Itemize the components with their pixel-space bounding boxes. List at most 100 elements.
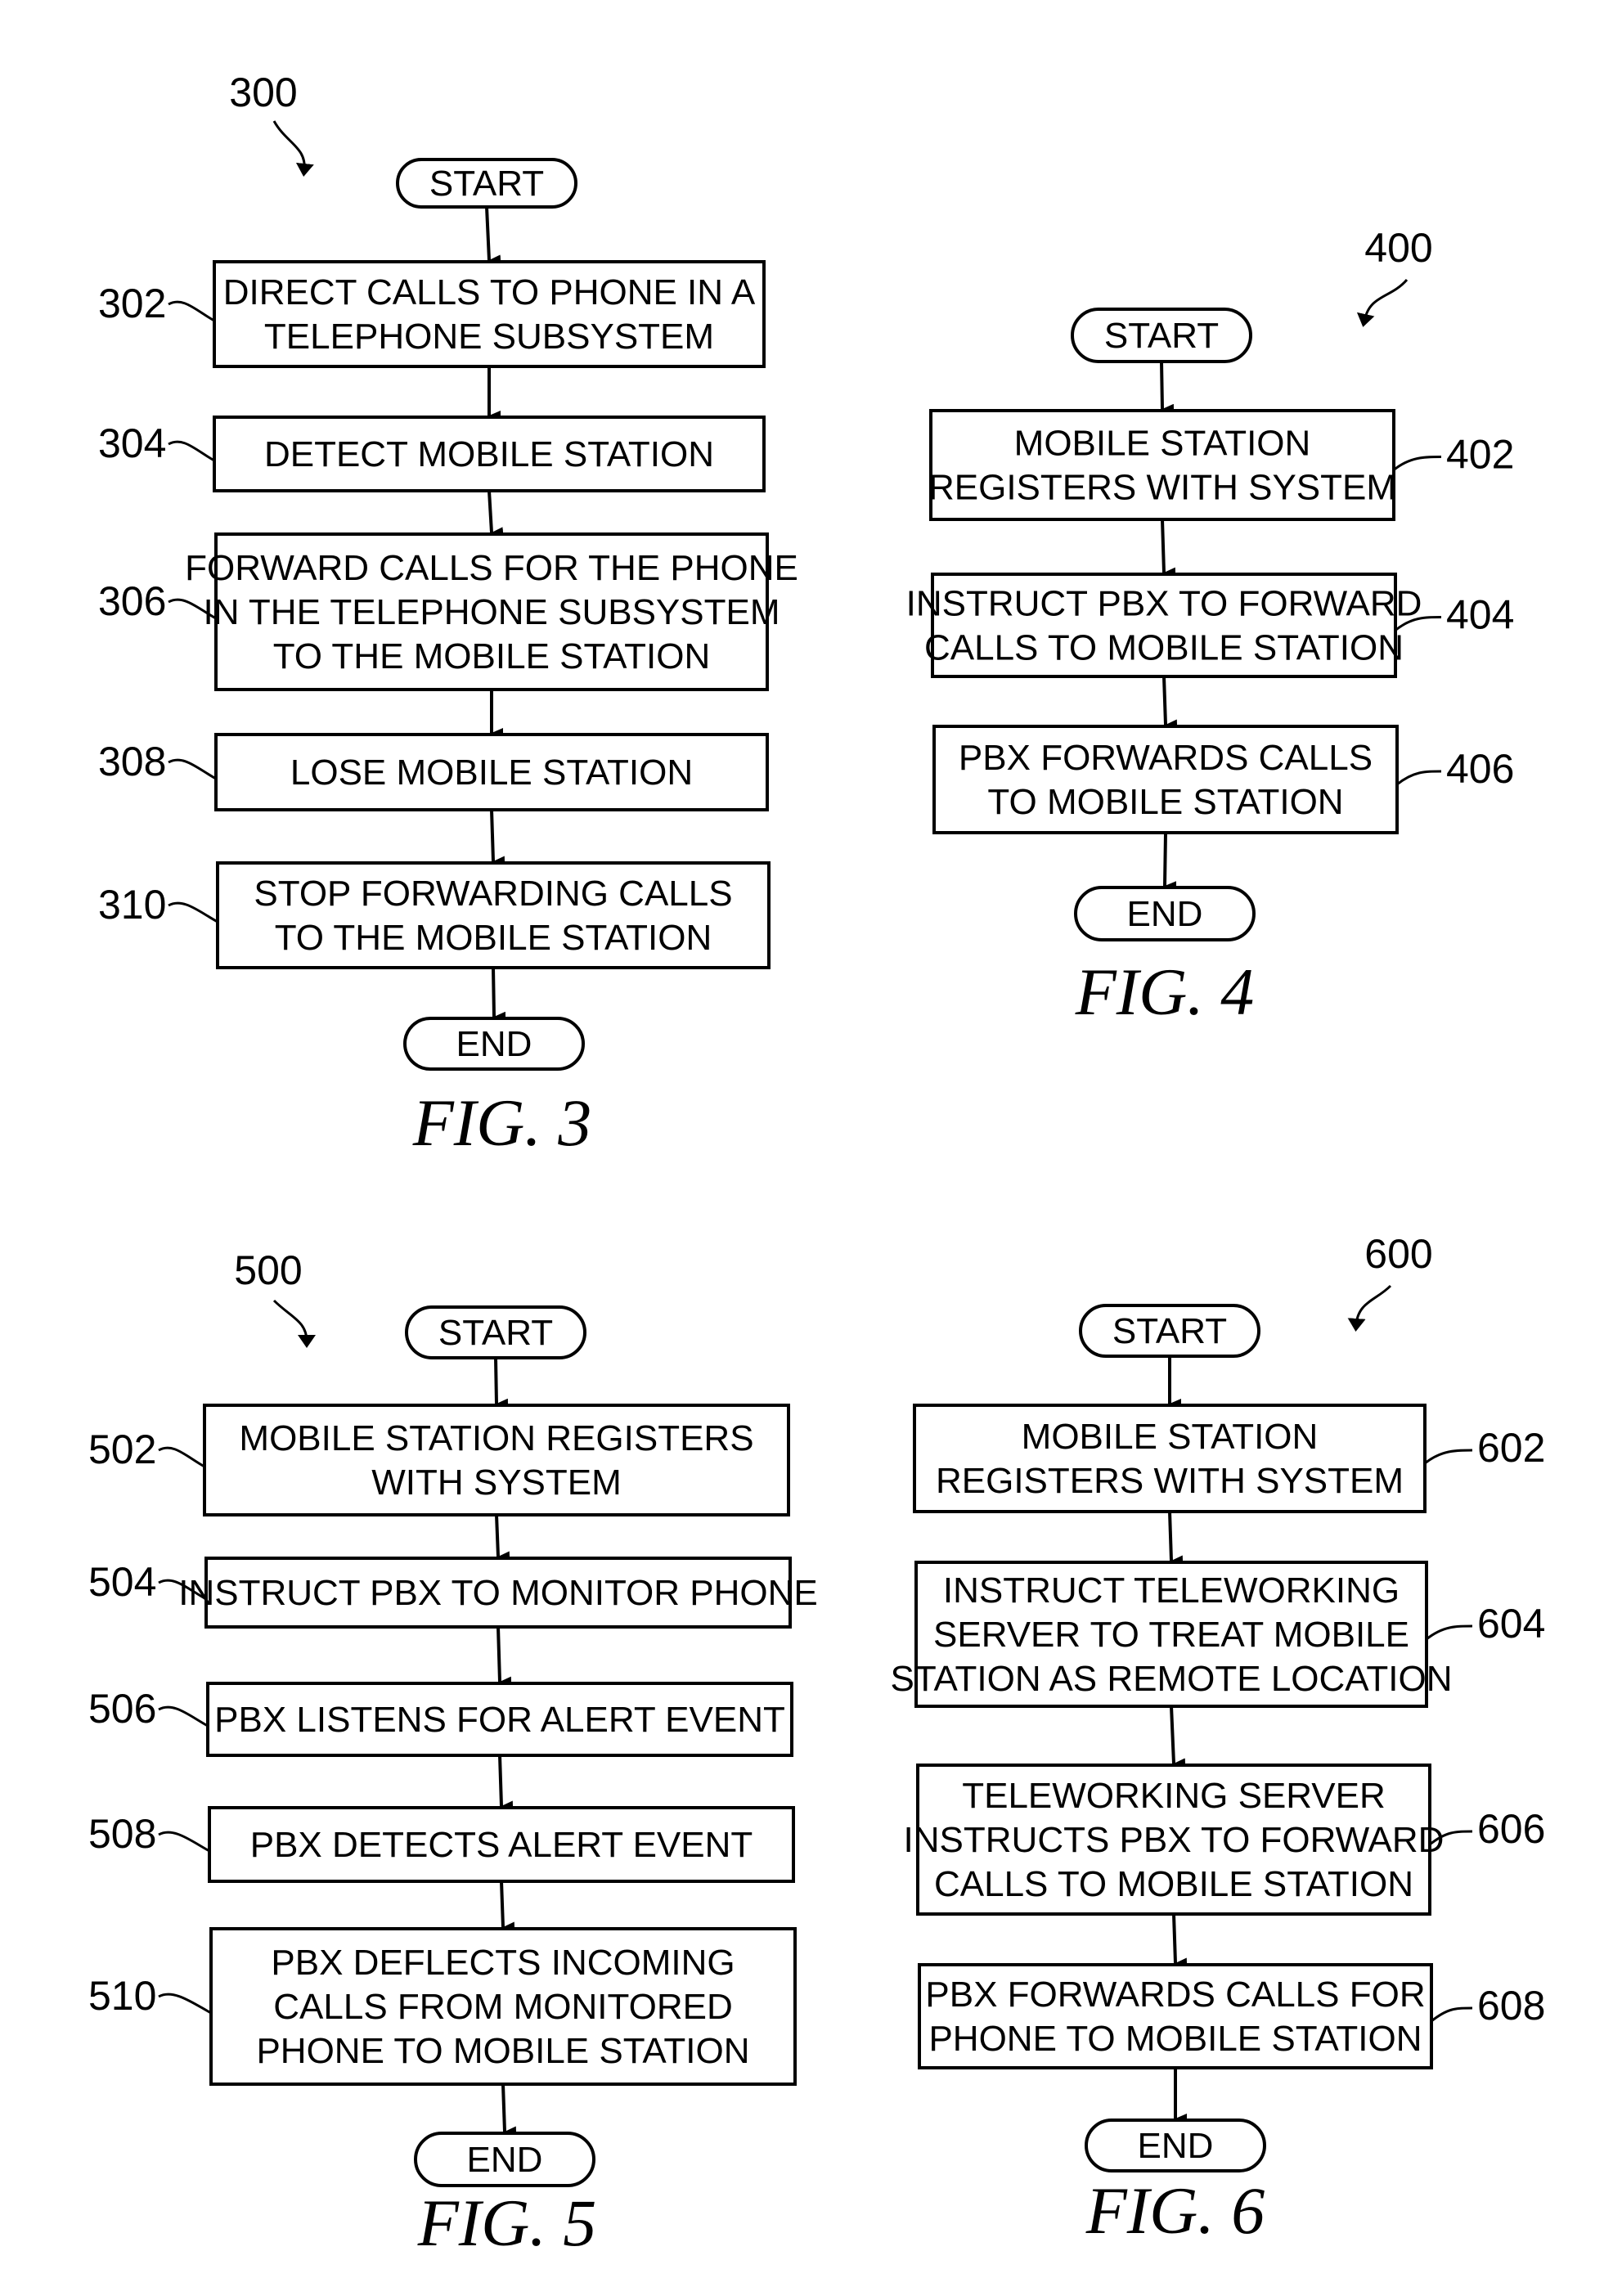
flow-arrow [1168, 1511, 1184, 1566]
leader-line [1424, 1449, 1473, 1465]
step-text-line: PBX FORWARDS CALLS FOR [925, 1975, 1425, 2015]
flow-arrow [1172, 1913, 1188, 1968]
flow-arrow [1162, 676, 1178, 730]
step-text-line: DIRECT CALLS TO PHONE IN A [223, 272, 756, 312]
step-text-line: SERVER TO TREAT MOBILE [933, 1615, 1409, 1655]
flow-arrow [492, 967, 506, 1022]
step-text-line: TO THE MOBILE STATION [275, 918, 712, 958]
figure-reference-numeral: 300 [229, 70, 297, 115]
end-terminal: END [1074, 886, 1256, 941]
figure-reference-numeral: 500 [234, 1247, 302, 1293]
step-reference-numeral: 506 [88, 1686, 156, 1732]
step-text-line: WITH SYSTEM [371, 1463, 622, 1503]
flow-arrow [1161, 519, 1176, 577]
end-terminal: END [403, 1017, 585, 1071]
leader-line [1396, 770, 1442, 786]
process-step-308: LOSE MOBILE STATION 308 [98, 733, 769, 811]
start-terminal: START [1079, 1304, 1260, 1358]
process-step-604: INSTRUCT TELEWORKINGSERVER TO TREAT MOBI… [891, 1561, 1545, 1708]
end-label: END [467, 2140, 543, 2180]
flow-arrow [500, 1880, 515, 1932]
leader-line [1426, 1624, 1473, 1641]
step-text-line: INSTRUCTS PBX TO FORWARD [904, 1820, 1445, 1860]
figure-caption: FIG. 3 [412, 1085, 592, 1160]
step-reference-numeral: 504 [88, 1559, 156, 1605]
reference-arrow-icon [272, 1299, 316, 1348]
step-text-line: PBX DETECTS ALERT EVENT [250, 1825, 753, 1865]
step-reference-numeral: 406 [1446, 746, 1514, 792]
leader-line [1393, 456, 1442, 471]
process-step-602: MOBILE STATIONREGISTERS WITH SYSTEM 602 [913, 1404, 1545, 1513]
end-label: END [1138, 2126, 1214, 2166]
step-text-line: TO THE MOBILE STATION [273, 636, 711, 676]
figure-reference-numeral: 600 [1364, 1231, 1432, 1277]
start-terminal: START [1071, 308, 1252, 363]
flow-arrow [1160, 361, 1175, 414]
step-text-line: PHONE TO MOBILE STATION [928, 2019, 1422, 2059]
process-step-310: STOP FORWARDING CALLSTO THE MOBILE STATI… [98, 861, 771, 969]
leader-line [1431, 2006, 1473, 2023]
process-step-508: PBX DETECTS ALERT EVENT 508 [88, 1806, 795, 1883]
leader-line [168, 300, 215, 322]
step-text-line: PBX DEFLECTS INCOMING [271, 1943, 735, 1983]
step-text-line: STATION AS REMOTE LOCATION [891, 1659, 1453, 1699]
figure-caption: FIG. 5 [417, 2186, 597, 2260]
step-text-line: MOBILE STATION [1014, 424, 1311, 464]
process-step-510: PBX DEFLECTS INCOMINGCALLS FROM MONITORE… [88, 1927, 797, 2086]
process-step-608: PBX FORWARDS CALLS FORPHONE TO MOBILE ST… [918, 1963, 1545, 2069]
step-text-line: STOP FORWARDING CALLS [254, 874, 732, 914]
step-reference-numeral: 602 [1477, 1425, 1545, 1471]
process-step-606: TELEWORKING SERVERINSTRUCTS PBX TO FORWA… [904, 1764, 1545, 1916]
step-text-line: INSTRUCT PBX TO MONITOR PHONE [178, 1573, 818, 1613]
process-step-302: DIRECT CALLS TO PHONE IN A TELEPHONE SUBS… [98, 260, 766, 368]
step-reference-numeral: 508 [88, 1811, 156, 1857]
step-text-line: CALLS FROM MONITORED [273, 1987, 732, 2027]
process-step-402: MOBILE STATIONREGISTERS WITH SYSTEM 402 [928, 409, 1514, 521]
step-text-line: MOBILE STATION REGISTERS [239, 1418, 753, 1458]
process-step-304: DETECT MOBILE STATION 304 [98, 416, 766, 492]
process-step-504: INSTRUCT PBX TO MONITOR PHONE 504 [88, 1557, 818, 1629]
flow-arrow [1170, 1705, 1186, 1768]
step-text-line: TELEPHONE SUBSYSTEM [264, 317, 714, 357]
step-text-line: PHONE TO MOBILE STATION [256, 2031, 749, 2071]
end-label: END [456, 1024, 532, 1064]
start-label: START [1112, 1311, 1227, 1351]
flowchart-fig4: 400 START MOBILE STATIONREGISTERS WITH SYS… [906, 225, 1515, 1029]
step-reference-numeral: 604 [1477, 1601, 1545, 1647]
step-reference-numeral: 302 [98, 281, 166, 326]
start-terminal: START [396, 158, 577, 209]
flow-arrow [490, 809, 505, 866]
end-terminal: END [414, 2132, 595, 2187]
end-terminal: END [1085, 2119, 1266, 2172]
figure-caption: FIG. 6 [1085, 2173, 1265, 2248]
step-text-line: INSTRUCT PBX TO FORWARD [906, 584, 1422, 624]
flowchart-fig3: 300 START DIRECT CALLS TO PHONE IN A TELEPH… [98, 70, 798, 1160]
process-step-406: PBX FORWARDS CALLSTO MOBILE STATION 406 [932, 725, 1514, 834]
step-text-line: MOBILE STATION [1022, 1417, 1319, 1457]
step-text-line: CALLS TO MOBILE STATION [924, 628, 1404, 668]
step-text-line: CALLS TO MOBILE STATION [934, 1864, 1413, 1904]
flow-arrow [485, 206, 501, 265]
figure-reference-numeral: 400 [1364, 225, 1432, 271]
flow-arrow [1163, 832, 1177, 892]
reference-arrow-icon [1347, 1284, 1392, 1332]
flowchart-fig5: 500 START MOBILE STATION REGISTERS WITH SYS… [88, 1247, 818, 2260]
flow-arrow [498, 1755, 514, 1811]
end-label: END [1127, 894, 1203, 934]
step-text-line: REGISTERS WITH SYSTEM [936, 1461, 1404, 1501]
process-step-404: INSTRUCT PBX TO FORWARDCALLS TO MOBILE S… [906, 573, 1514, 678]
process-step-502: MOBILE STATION REGISTERS WITH SYSTEM 502 [88, 1404, 790, 1516]
step-reference-numeral: 608 [1477, 1983, 1545, 2029]
step-reference-numeral: 402 [1446, 432, 1514, 478]
leader-line [168, 758, 217, 780]
step-text-line: PBX LISTENS FOR ALERT EVENT [214, 1700, 785, 1740]
step-reference-numeral: 502 [88, 1427, 156, 1472]
step-reference-numeral: 304 [98, 420, 166, 466]
leader-line [158, 1446, 205, 1468]
leader-line [158, 1993, 212, 2015]
step-text-line: FORWARD CALLS FOR THE PHONE [185, 548, 798, 588]
start-terminal: START [405, 1305, 586, 1359]
flow-arrow [496, 1626, 512, 1687]
start-label: START [429, 164, 544, 204]
leader-line [158, 1831, 210, 1853]
